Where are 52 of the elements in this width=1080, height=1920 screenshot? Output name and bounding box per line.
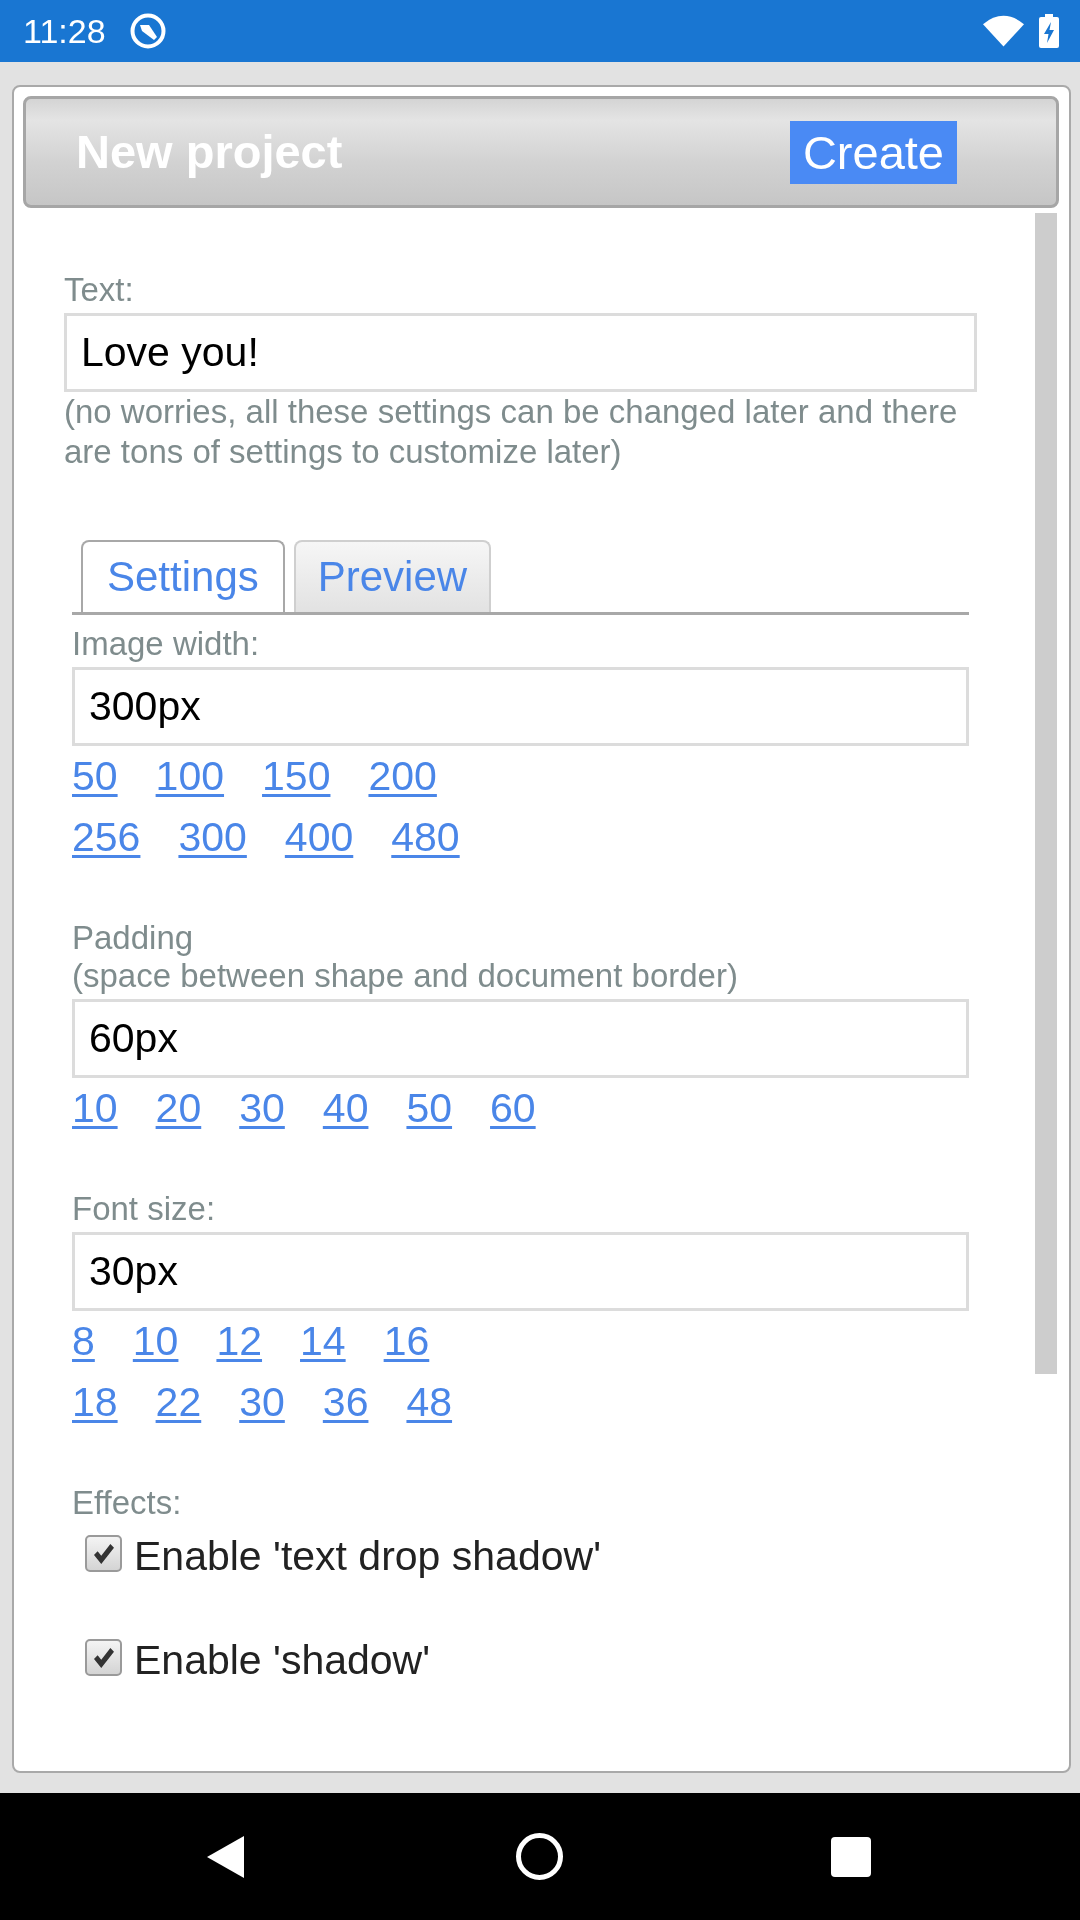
checkbox[interactable]	[85, 1639, 122, 1676]
preset-link[interactable]: 10	[132, 1311, 179, 1372]
option-label: Enable 'text drop shadow'	[134, 1532, 601, 1581]
preset-link[interactable]: 400	[284, 807, 354, 868]
value-input-field[interactable]: 60px	[72, 999, 969, 1078]
scrollbar-thumb[interactable]	[1035, 213, 1057, 1374]
status-time: 11:28	[23, 11, 106, 51]
preset-link[interactable]: 60	[490, 1078, 536, 1139]
preset-link[interactable]: 14	[300, 1311, 346, 1372]
field-label: Padding	[72, 919, 195, 957]
field-label: Text:	[64, 271, 135, 309]
create-button[interactable]: Create	[789, 120, 957, 184]
preset-link[interactable]: 30	[239, 1372, 285, 1433]
preset-link[interactable]: 256	[72, 807, 141, 868]
value-input-field[interactable]: 300px	[72, 667, 969, 746]
preset-link[interactable]: 150	[262, 746, 331, 807]
field-label: Font size:	[72, 1190, 217, 1228]
preset-link[interactable]: 30	[239, 1078, 285, 1139]
option-label: Enable 'shadow'	[134, 1636, 431, 1685]
preset-link[interactable]: 16	[383, 1311, 430, 1372]
checkbox[interactable]	[85, 1535, 122, 1572]
preset-link[interactable]: 36	[322, 1372, 369, 1433]
preset-link[interactable]: 8	[72, 1311, 95, 1372]
battery-icon	[1039, 14, 1059, 48]
preset-link[interactable]: 40	[322, 1078, 369, 1139]
preset-link[interactable]: 18	[72, 1372, 118, 1433]
preset-link[interactable]: 10	[72, 1078, 118, 1139]
preset-link[interactable]: 48	[406, 1372, 453, 1433]
preset-link[interactable]: 480	[391, 807, 460, 868]
square-icon[interactable]	[831, 1836, 871, 1877]
preset-link[interactable]: 22	[155, 1372, 202, 1433]
preset-link[interactable]: 20	[155, 1078, 202, 1139]
text-input-field[interactable]: Love you!	[64, 313, 977, 392]
field-label: Image width:	[72, 625, 261, 663]
preset-link[interactable]: 50	[72, 746, 118, 807]
wifi-icon	[983, 15, 1024, 47]
preset-link[interactable]: 100	[155, 746, 225, 807]
preset-link[interactable]: 300	[178, 807, 247, 868]
tick-icon	[92, 1647, 115, 1668]
field-sublabel: (space between shape and document border)	[72, 957, 739, 995]
home-icon[interactable]	[516, 1833, 563, 1880]
tab[interactable]: Settings	[81, 540, 285, 612]
preset-link[interactable]: 200	[368, 746, 437, 807]
back-icon[interactable]	[207, 1835, 244, 1878]
preset-link[interactable]: 12	[216, 1311, 263, 1372]
section-label: Effects:	[72, 1484, 183, 1522]
ring-icon	[129, 13, 166, 49]
tab[interactable]: Preview	[293, 540, 492, 612]
value-input-field[interactable]: 30px	[72, 1232, 969, 1311]
tick-icon	[92, 1543, 115, 1564]
preset-link[interactable]: 50	[406, 1078, 453, 1139]
hint-text: (no worries, all these settings can be changed later and there are tons of settings to customize later)	[64, 392, 959, 472]
